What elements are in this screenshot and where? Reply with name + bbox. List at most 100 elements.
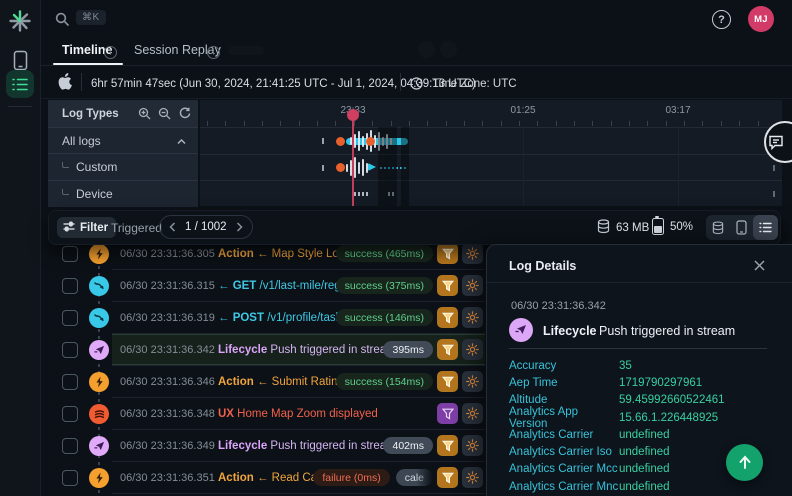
log-row[interactable]: 06/30 23:31:36.342Lifecycle Push trigger… [48, 334, 485, 366]
avatar[interactable]: MJ [748, 6, 774, 32]
log-type-row-device[interactable]: Device [48, 180, 198, 207]
property-key[interactable]: Altitude [509, 394, 619, 406]
property-key[interactable]: Analytics Carrier [509, 429, 619, 441]
divider [400, 73, 401, 91]
log-row-body[interactable]: 06/30 23:31:36.315← GET /v1/last-mile/re… [112, 270, 485, 302]
network-arrow-icon [89, 276, 109, 296]
log-timestamp: 06/30 23:31:36.305 [120, 248, 218, 260]
apple-platform-icon [58, 73, 72, 95]
view-device-button[interactable] [730, 215, 753, 240]
help-icon[interactable]: ? [712, 10, 731, 29]
left-sidebar [0, 0, 41, 496]
badge-group: success (146ms) [336, 309, 433, 326]
property-row: Analytics Carrierundefined [509, 426, 779, 443]
log-timestamp: 06/30 23:31:36.351 [120, 472, 218, 484]
row-checkbox[interactable] [62, 374, 78, 390]
event-mark [322, 138, 324, 144]
log-type-row-custom[interactable]: Custom [48, 153, 198, 180]
info-icon[interactable]: i [207, 46, 220, 59]
filter-funnel-button[interactable] [437, 467, 458, 488]
row-checkbox[interactable] [62, 406, 78, 422]
property-key[interactable]: Analytics Carrier Iso [509, 446, 619, 458]
filter-funnel-button[interactable] [437, 307, 458, 328]
log-settings-button[interactable] [462, 467, 483, 488]
battery-indicator: 50% [652, 218, 693, 235]
gridline [523, 127, 524, 206]
info-icon[interactable]: i [104, 46, 117, 59]
memory-value: 63 MB [616, 222, 649, 234]
log-row[interactable]: 06/30 23:31:36.351Action ← Read Calendar… [48, 462, 485, 494]
chart-row-device [200, 180, 782, 206]
row-checkbox[interactable] [62, 342, 78, 358]
filter-funnel-button[interactable] [437, 339, 458, 360]
log-settings-button[interactable] [462, 371, 483, 392]
log-settings-button[interactable] [462, 307, 483, 328]
log-row[interactable]: 06/30 23:31:36.349Lifecycle Push trigger… [48, 430, 485, 462]
log-row[interactable]: 06/30 23:31:36.346Action ← Submit Rating… [48, 366, 485, 398]
log-timestamp: 06/30 23:31:36.346 [120, 376, 218, 388]
log-row-body[interactable]: 06/30 23:31:36.348UX Home Map Zoom displ… [112, 398, 485, 430]
view-data-button[interactable] [706, 215, 730, 240]
battery-value: 50% [670, 221, 693, 233]
property-key[interactable]: Analytics Carrier Mcc [509, 463, 619, 475]
filter-funnel-button[interactable] [437, 435, 458, 456]
zoom-in-icon[interactable] [138, 107, 151, 120]
log-row[interactable]: 06/30 23:31:36.348UX Home Map Zoom displ… [48, 398, 485, 430]
reset-zoom-icon[interactable] [178, 107, 191, 120]
close-icon[interactable] [752, 257, 767, 276]
log-settings-button[interactable] [462, 435, 483, 456]
row-checkbox[interactable] [62, 310, 78, 326]
log-settings-button[interactable] [462, 339, 483, 360]
log-row[interactable]: 06/30 23:31:36.315← GET /v1/last-mile/re… [48, 270, 485, 302]
log-row-body[interactable]: 06/30 23:31:36.351Action ← Read Calendar… [112, 462, 485, 494]
devices-nav-icon[interactable] [9, 48, 31, 72]
log-settings-button[interactable] [462, 243, 483, 264]
filter-toolbar: Filter Triggered 1 / 1002 63 MB 50% [48, 210, 781, 245]
property-value: 35 [619, 360, 632, 372]
filter-funnel-button[interactable] [437, 371, 458, 392]
divider [40, 98, 792, 99]
filter-button[interactable]: Filter [57, 217, 116, 238]
property-key[interactable]: Aep Time [509, 377, 619, 389]
scroll-to-top-button[interactable] [726, 444, 763, 481]
log-row-body[interactable]: 06/30 23:31:36.342Lifecycle Push trigger… [112, 334, 485, 366]
chevron-up-icon[interactable] [177, 134, 186, 148]
axis-tick [391, 121, 392, 126]
filter-funnel-button[interactable] [437, 275, 458, 296]
event-dot [336, 137, 345, 146]
page-indicator: 1 / 1002 [185, 221, 227, 233]
playhead-line[interactable] [352, 109, 354, 206]
playhead-handle[interactable] [347, 109, 359, 121]
log-row-body[interactable]: 06/30 23:31:36.346Action ← Submit Rating… [112, 366, 485, 398]
log-row-body[interactable]: 06/30 23:31:36.319← POST /v1/profile/tas… [112, 302, 485, 334]
zoom-out-icon[interactable] [158, 107, 171, 120]
property-value: 59.45992660522461 [619, 394, 725, 406]
filter-funnel-button[interactable] [437, 403, 458, 424]
log-timestamp: 06/30 23:31:36.342 [120, 344, 218, 356]
next-page-icon[interactable] [236, 222, 243, 232]
search-icon[interactable] [55, 12, 70, 32]
logs-nav-icon-active[interactable] [6, 70, 34, 98]
tabs-divider [40, 65, 792, 66]
axis-tick [299, 121, 300, 126]
prev-page-icon[interactable] [169, 222, 176, 232]
log-density-bar [358, 131, 360, 151]
filter-funnel-button[interactable] [437, 243, 458, 264]
row-checkbox[interactable] [62, 246, 78, 262]
axis-tick [592, 121, 593, 126]
row-checkbox[interactable] [62, 470, 78, 486]
log-settings-button[interactable] [462, 403, 483, 424]
details-log-type: Lifecycle [543, 324, 597, 338]
property-key[interactable]: Analytics Carrier Mnc [509, 481, 619, 493]
property-key[interactable]: Accuracy [509, 360, 619, 372]
view-list-button[interactable] [753, 215, 778, 240]
log-row[interactable]: 06/30 23:31:36.319← POST /v1/profile/tas… [48, 302, 485, 334]
log-type-row-all-logs[interactable]: All logs [48, 127, 198, 154]
row-checkbox[interactable] [62, 438, 78, 454]
log-row-body[interactable]: 06/30 23:31:36.349Lifecycle Push trigger… [112, 430, 485, 462]
timeline-chart[interactable]: 23:3301:2503:17 [198, 100, 782, 206]
log-density-bar [362, 159, 364, 176]
app-logo-icon[interactable] [7, 8, 33, 34]
log-settings-button[interactable] [462, 275, 483, 296]
row-checkbox[interactable] [62, 278, 78, 294]
